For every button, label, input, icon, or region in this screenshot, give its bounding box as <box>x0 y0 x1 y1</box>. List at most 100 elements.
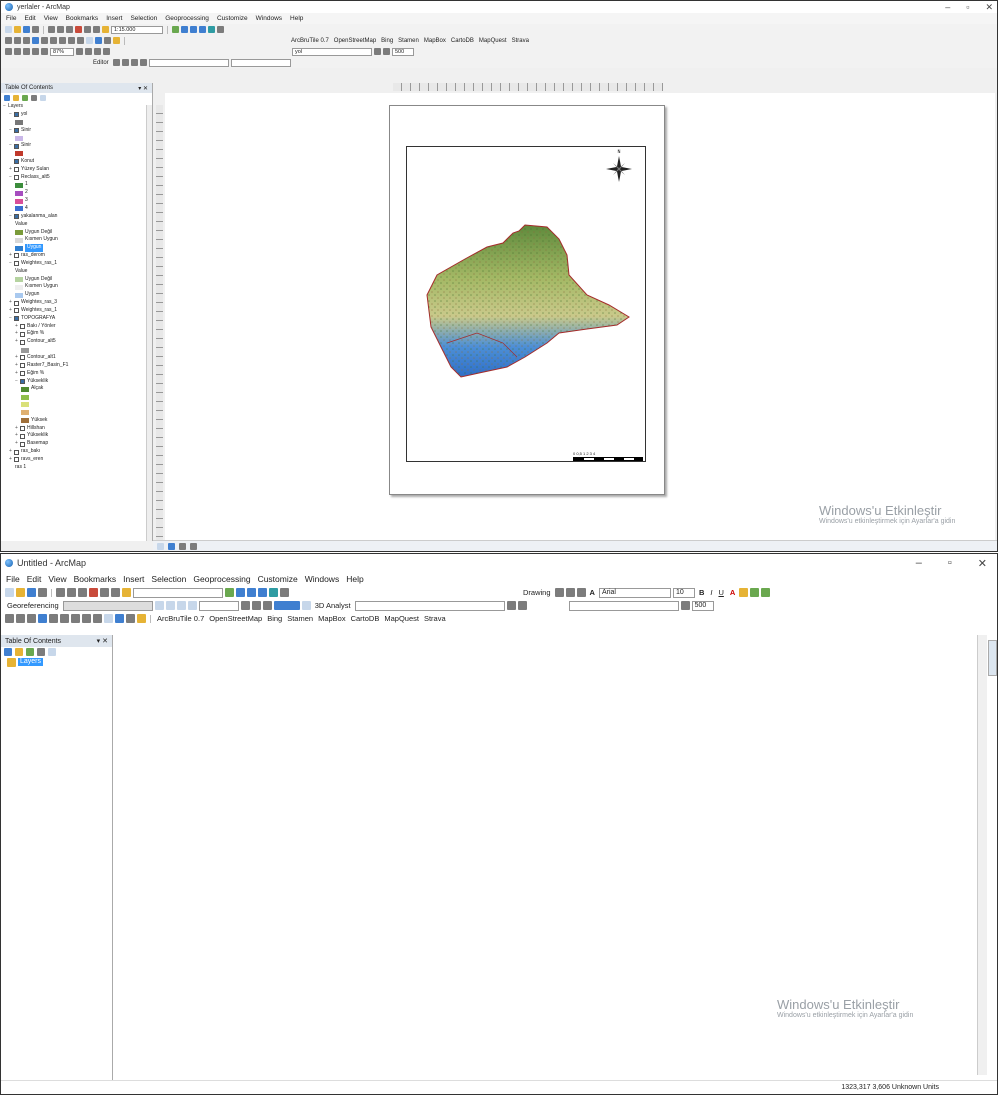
georef-shift-icon[interactable] <box>176 601 186 610</box>
georef-option-combo[interactable] <box>198 600 239 611</box>
legend-item[interactable]: Uygun Değil <box>3 276 152 284</box>
legend-item[interactable] <box>3 119 152 127</box>
layer-visibility-checkbox[interactable] <box>20 324 25 330</box>
editor-target-combo[interactable] <box>148 58 229 67</box>
focus-data-frame-icon[interactable] <box>85 48 92 55</box>
python-icon[interactable] <box>280 588 289 597</box>
change-layout-icon[interactable] <box>94 48 101 55</box>
catalog-icon[interactable] <box>190 26 197 33</box>
pause-drawing-icon[interactable] <box>190 542 197 550</box>
layout-pan-icon[interactable] <box>23 48 30 55</box>
basemap-bing[interactable]: Bing <box>267 614 282 623</box>
layer-visibility-checkbox[interactable] <box>14 112 19 118</box>
basemap-mapbox[interactable]: MapBox <box>318 614 346 623</box>
layer-visibility-checkbox[interactable] <box>14 457 19 463</box>
toc-layer-row[interactable]: − yakalanma_alan <box>3 213 152 221</box>
select-elements-icon[interactable] <box>86 37 93 44</box>
font-color-button[interactable]: A <box>728 588 737 597</box>
editor-menu[interactable]: Editor <box>91 60 111 66</box>
toc-layer-row[interactable]: + Contour_alt5 <box>3 338 152 346</box>
layer-visibility-checkbox[interactable] <box>20 371 25 377</box>
legend-item[interactable]: Uygun Değil <box>3 229 152 237</box>
menu-windows[interactable]: Windows <box>256 15 282 22</box>
layer-visibility-checkbox[interactable] <box>14 143 19 149</box>
basemap-mapquest[interactable]: MapQuest <box>479 38 507 44</box>
menu-selection[interactable]: Selection <box>130 15 157 22</box>
copy-icon[interactable] <box>57 26 64 33</box>
open-folder-icon[interactable] <box>14 26 21 33</box>
save-icon[interactable] <box>23 26 30 33</box>
menu-windows[interactable]: Windows <box>305 574 339 584</box>
fixed-zoom-in-icon[interactable] <box>49 614 58 623</box>
layer-visibility-checkbox[interactable] <box>14 308 19 314</box>
toc-layer-row[interactable]: − Sinir <box>3 142 152 150</box>
georeferencing-menu[interactable]: Georeferencing <box>5 601 61 610</box>
basemap-strava[interactable]: Strava <box>424 614 446 623</box>
toc-options-icon[interactable] <box>40 95 46 101</box>
menu-bookmarks[interactable]: Bookmarks <box>74 574 117 584</box>
data-view-map[interactable]: Windows'u Etkinleştir Windows'u etkinleş… <box>115 635 975 1068</box>
open-folder-icon[interactable] <box>16 588 25 597</box>
legend-item[interactable]: Alçak <box>3 385 152 393</box>
new-document-icon[interactable] <box>5 588 14 597</box>
georef-scale-icon[interactable] <box>187 601 197 610</box>
legend-item[interactable] <box>3 393 152 401</box>
georef-point-icon[interactable] <box>154 601 164 610</box>
line-color-icon[interactable] <box>750 588 760 597</box>
arctoolbox-icon[interactable] <box>208 26 215 33</box>
toc-layer-row[interactable]: + Hillshan <box>3 425 152 433</box>
layer-visibility-checkbox[interactable] <box>20 355 25 361</box>
layer-visibility-checkbox[interactable] <box>14 253 19 259</box>
rectangle-icon[interactable] <box>576 588 586 597</box>
toc-layers-row[interactable]: Layers <box>1 657 112 667</box>
list-by-source-icon[interactable] <box>13 95 19 101</box>
toc-layer-row[interactable]: ras 1 <box>3 464 152 472</box>
toggle-draft-icon[interactable] <box>76 48 83 55</box>
save-icon[interactable] <box>27 588 36 597</box>
table-of-contents-icon[interactable] <box>181 26 188 33</box>
toc-layer-row[interactable]: Konut <box>3 158 152 166</box>
data-view-zoom-icon[interactable] <box>240 601 250 610</box>
basemap-bing[interactable]: Bing <box>381 38 393 44</box>
zoom-in-icon[interactable] <box>5 614 14 623</box>
legend-item[interactable] <box>3 409 152 417</box>
font-name-combo[interactable]: Arial <box>598 587 671 598</box>
data-driven-pages-icon[interactable] <box>103 48 110 55</box>
fill-color-icon[interactable] <box>739 588 749 597</box>
layout-view-icon[interactable] <box>168 542 175 550</box>
close-icon[interactable]: ✕ <box>978 557 987 570</box>
list-by-source-icon[interactable] <box>15 648 23 656</box>
toc-close-icon[interactable]: ▾ ✕ <box>138 85 148 92</box>
italic-button[interactable]: I <box>708 588 714 597</box>
toc-layer-row[interactable]: + Raster7_Basin_F1 <box>3 362 152 370</box>
toc-layer-row[interactable]: + Yüzey Sulan <box>3 166 152 174</box>
layer-visibility-checkbox[interactable] <box>20 378 25 384</box>
menu-edit[interactable]: Edit <box>27 574 42 584</box>
layer-visibility-checkbox[interactable] <box>20 441 25 447</box>
legend-item[interactable]: Uygun <box>3 291 152 299</box>
layout-combo[interactable] <box>568 600 679 611</box>
menu-geoprocessing[interactable]: Geoprocessing <box>193 574 250 584</box>
pan-icon[interactable] <box>23 37 30 44</box>
toc-layer-row[interactable]: + Weightes_ras_3 <box>3 299 152 307</box>
menu-file[interactable]: File <box>6 574 20 584</box>
menu-bookmarks[interactable]: Bookmarks <box>66 15 99 22</box>
back-icon[interactable] <box>59 37 66 44</box>
3d-analyst-menu[interactable]: 3D Analyst <box>313 601 353 610</box>
layer-visibility-checkbox[interactable] <box>14 449 19 455</box>
legend-item[interactable] <box>3 346 152 354</box>
georef-rotate-icon[interactable] <box>165 601 175 610</box>
measure-icon[interactable] <box>137 614 146 623</box>
search-window-icon[interactable] <box>258 588 267 597</box>
toc-layer-row[interactable]: + ras_bakı <box>3 448 152 456</box>
layers-label[interactable]: Layers <box>18 658 44 666</box>
basemap-cartodb[interactable]: CartoDB <box>351 614 380 623</box>
menu-help[interactable]: Help <box>346 574 363 584</box>
menu-file[interactable]: File <box>6 15 16 22</box>
close-icon[interactable]: ✕ <box>985 2 993 13</box>
select-elements-icon[interactable] <box>104 614 113 623</box>
legend-item[interactable]: 1 <box>3 181 152 189</box>
zoom-in-icon[interactable] <box>5 37 12 44</box>
toolbar-number-combo[interactable]: 500 <box>392 47 414 56</box>
data-view-extent-icon[interactable] <box>262 601 272 610</box>
